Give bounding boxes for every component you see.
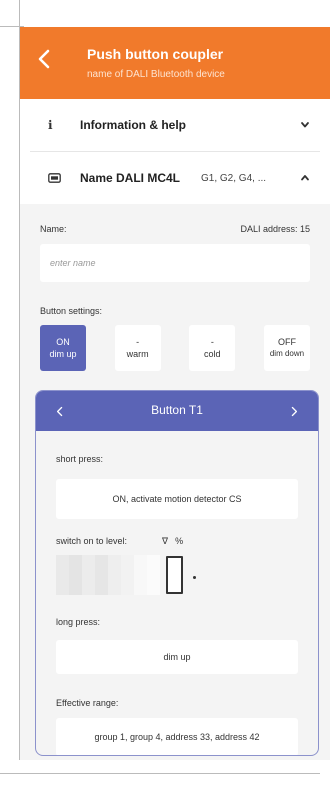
name-input[interactable]: enter name — [40, 244, 310, 282]
chevron-down-icon — [301, 122, 309, 128]
percent-unit: % — [175, 536, 184, 546]
button-setting-line1: OFF — [277, 337, 296, 347]
level-slider[interactable] — [56, 555, 298, 595]
button-settings-row: ON dim up - warm - cold OFF dim down — [40, 325, 310, 371]
level-segment[interactable] — [108, 555, 121, 595]
button-setting-on-dim-up[interactable]: ON dim up — [40, 325, 86, 371]
effective-range-label: Effective range: — [56, 698, 119, 708]
device-row[interactable]: Name DALI MC4L G1, G2, G4, ... — [20, 152, 330, 204]
level-segment[interactable] — [56, 555, 69, 595]
long-press-label: long press: — [56, 617, 101, 627]
back-button[interactable] — [30, 43, 58, 75]
next-button[interactable] — [284, 401, 304, 421]
panel-header: Button T1 — [36, 391, 318, 431]
button-setting-cold[interactable]: - cold — [189, 325, 236, 371]
page-subtitle: name of DALI Bluetooth device — [87, 69, 225, 80]
effective-range-value: group 1, group 4, address 33, address 42 — [94, 732, 260, 742]
card-icon — [48, 173, 61, 183]
name-label-row: Name: DALI address: 15 — [40, 224, 310, 234]
level-indicator-dot — [193, 575, 196, 579]
page-title: Push button coupler — [87, 46, 224, 62]
button-setting-line1: ON — [56, 337, 70, 347]
panel-title: Button T1 — [151, 403, 203, 417]
level-segment[interactable] — [121, 555, 134, 595]
level-selector-handle[interactable] — [166, 556, 183, 594]
accordion-list: ℹ Information & help Name DALI MC4L G1, … — [20, 99, 330, 204]
info-help-label: Information & help — [80, 118, 186, 132]
name-placeholder: enter name — [50, 258, 96, 268]
device-name-label: Name DALI MC4L — [80, 171, 181, 185]
button-setting-line2: warm — [126, 349, 149, 359]
button-setting-line2: cold — [204, 349, 221, 359]
short-press-value: ON, activate motion detector CS — [112, 494, 242, 504]
dali-address: DALI address: 15 — [240, 224, 310, 234]
level-segment[interactable] — [95, 555, 108, 595]
effective-range-select[interactable]: group 1, group 4, address 33, address 42 — [56, 718, 298, 755]
chevron-right-icon — [291, 406, 298, 416]
name-label: Name: — [40, 224, 67, 234]
info-help-row[interactable]: ℹ Information & help — [20, 99, 330, 151]
short-press-select[interactable]: ON, activate motion detector CS — [56, 479, 298, 519]
button-settings-label: Button settings: — [40, 306, 103, 316]
switch-level-row: switch on to level: ∇ % — [56, 536, 298, 547]
short-press-label: short press: — [56, 454, 104, 464]
level-segment[interactable] — [134, 555, 147, 595]
panel-body: short press: ON, activate motion detecto… — [36, 454, 318, 755]
button-setting-line1: - — [210, 337, 214, 347]
button-setting-off-dim-down[interactable]: OFF dim down — [263, 325, 310, 371]
device-settings: Name: DALI address: 15 enter name Button… — [20, 224, 330, 371]
level-segment[interactable] — [82, 555, 95, 595]
level-segment[interactable] — [69, 555, 82, 595]
device-groups: G1, G2, G4, ... — [201, 172, 267, 184]
button-setting-line2: dim down — [269, 349, 305, 358]
level-segment[interactable] — [147, 555, 160, 595]
button-setting-line2: dim up — [49, 349, 77, 359]
triangle-down-icon[interactable]: ∇ — [162, 536, 168, 547]
chevron-up-icon — [301, 175, 309, 181]
button-setting-line1: - — [136, 337, 140, 347]
app-screen: Push button coupler name of DALI Bluetoo… — [20, 27, 330, 760]
button-setting-warm[interactable]: - warm — [114, 325, 161, 371]
app-header: Push button coupler name of DALI Bluetoo… — [20, 27, 330, 99]
long-press-select[interactable]: dim up — [56, 640, 298, 674]
switch-level-label: switch on to level: — [56, 536, 128, 546]
long-press-value: dim up — [163, 652, 191, 662]
button-config-panel: Button T1 short press: ON, activate moti… — [35, 390, 319, 756]
info-icon: ℹ — [48, 118, 53, 132]
frame-line-bottom — [0, 773, 320, 774]
chevron-left-icon — [38, 49, 50, 69]
